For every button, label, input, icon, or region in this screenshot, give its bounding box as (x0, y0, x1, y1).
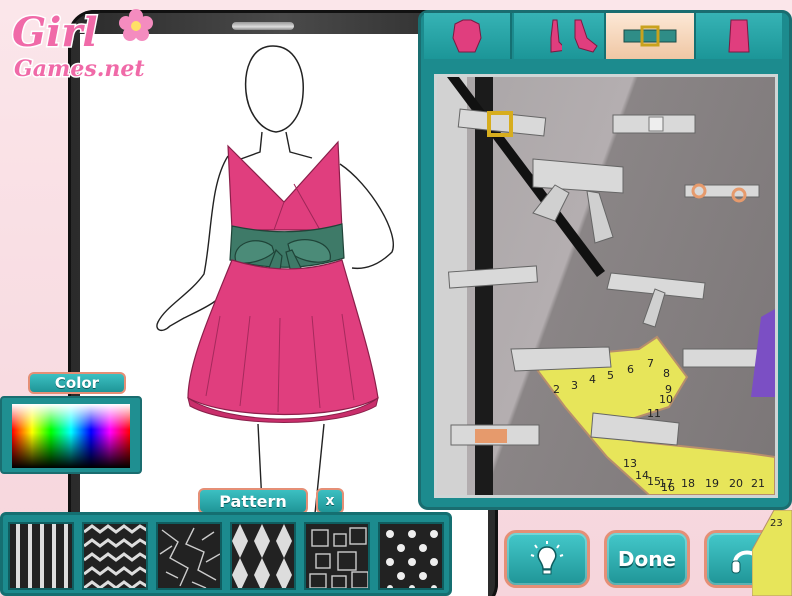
belt-icon (623, 25, 677, 47)
pattern-polka-dots[interactable] (378, 522, 444, 590)
pattern-squares[interactable] (304, 522, 370, 590)
color-spectrum[interactable] (12, 404, 130, 468)
polka-dots-icon (380, 524, 442, 588)
zigzag-icon (84, 524, 146, 588)
svg-text:3: 3 (571, 379, 578, 392)
svg-text:20: 20 (729, 477, 743, 490)
corner-tape: 23 (752, 510, 792, 596)
belt-item-7[interactable] (510, 346, 612, 372)
close-pattern-button[interactable]: x (316, 488, 344, 514)
tab-skirts[interactable] (696, 13, 782, 59)
belt-item-8[interactable] (682, 348, 762, 368)
svg-text:10: 10 (659, 393, 673, 406)
belt-item-4[interactable] (684, 183, 760, 203)
tab-shoes-right[interactable] (562, 13, 606, 59)
color-label: Color (28, 372, 126, 394)
stripes-icon (10, 524, 72, 588)
tab-tops[interactable] (424, 13, 512, 59)
pattern-zigzag[interactable] (82, 522, 148, 590)
squares-icon (306, 524, 368, 588)
belt-item-9[interactable] (450, 424, 540, 446)
belt-item-6[interactable] (606, 272, 706, 328)
svg-text:6: 6 (627, 363, 634, 376)
pattern-cracks[interactable] (156, 522, 222, 590)
top-icon (452, 19, 482, 53)
model-right-arm (339, 163, 394, 270)
svg-text:2: 2 (553, 383, 560, 396)
logo-line1: Girl (12, 9, 98, 56)
svg-text:21: 21 (751, 477, 765, 490)
svg-text:5: 5 (607, 369, 614, 382)
model-head (244, 45, 304, 133)
model-neck (237, 131, 313, 161)
tablet-speaker (232, 22, 294, 30)
tab-belts[interactable] (606, 13, 696, 59)
pattern-stripes[interactable] (8, 522, 74, 590)
logo-line2: Games.net (14, 56, 145, 82)
site-logo[interactable]: Girl Games.net (6, 4, 156, 84)
belt-item-2[interactable] (612, 114, 696, 134)
belt-item-3[interactable] (532, 158, 624, 244)
svg-text:8: 8 (663, 367, 670, 380)
harlequin-icon (232, 524, 294, 588)
lightbulb-icon (530, 541, 564, 575)
svg-text:18: 18 (681, 477, 695, 490)
pattern-harlequin[interactable] (230, 522, 296, 590)
flower-icon (119, 9, 153, 41)
gallery-art: 2 3 4 5 6 7 8 9 10 11 13 14 15 16 17 18 … (437, 77, 775, 495)
belt-gallery: 2 3 4 5 6 7 8 9 10 11 13 14 15 16 17 18 … (434, 74, 778, 498)
svg-text:7: 7 (647, 357, 654, 370)
cracks-icon (158, 524, 220, 588)
svg-text:19: 19 (705, 477, 719, 490)
belt-item-1[interactable] (457, 108, 547, 137)
boot-icon (574, 19, 598, 53)
svg-text:11: 11 (647, 407, 661, 420)
done-button[interactable]: Done (604, 530, 690, 588)
corner-tape-number: 23 (770, 518, 783, 529)
dress-top[interactable] (227, 140, 343, 231)
skirt-icon (728, 19, 750, 53)
hint-button[interactable] (504, 530, 590, 588)
svg-text:17: 17 (659, 477, 673, 490)
logo-graphic: Girl Games.net (11, 8, 153, 84)
pattern-label: Pattern (198, 488, 308, 514)
svg-text:4: 4 (589, 373, 596, 386)
